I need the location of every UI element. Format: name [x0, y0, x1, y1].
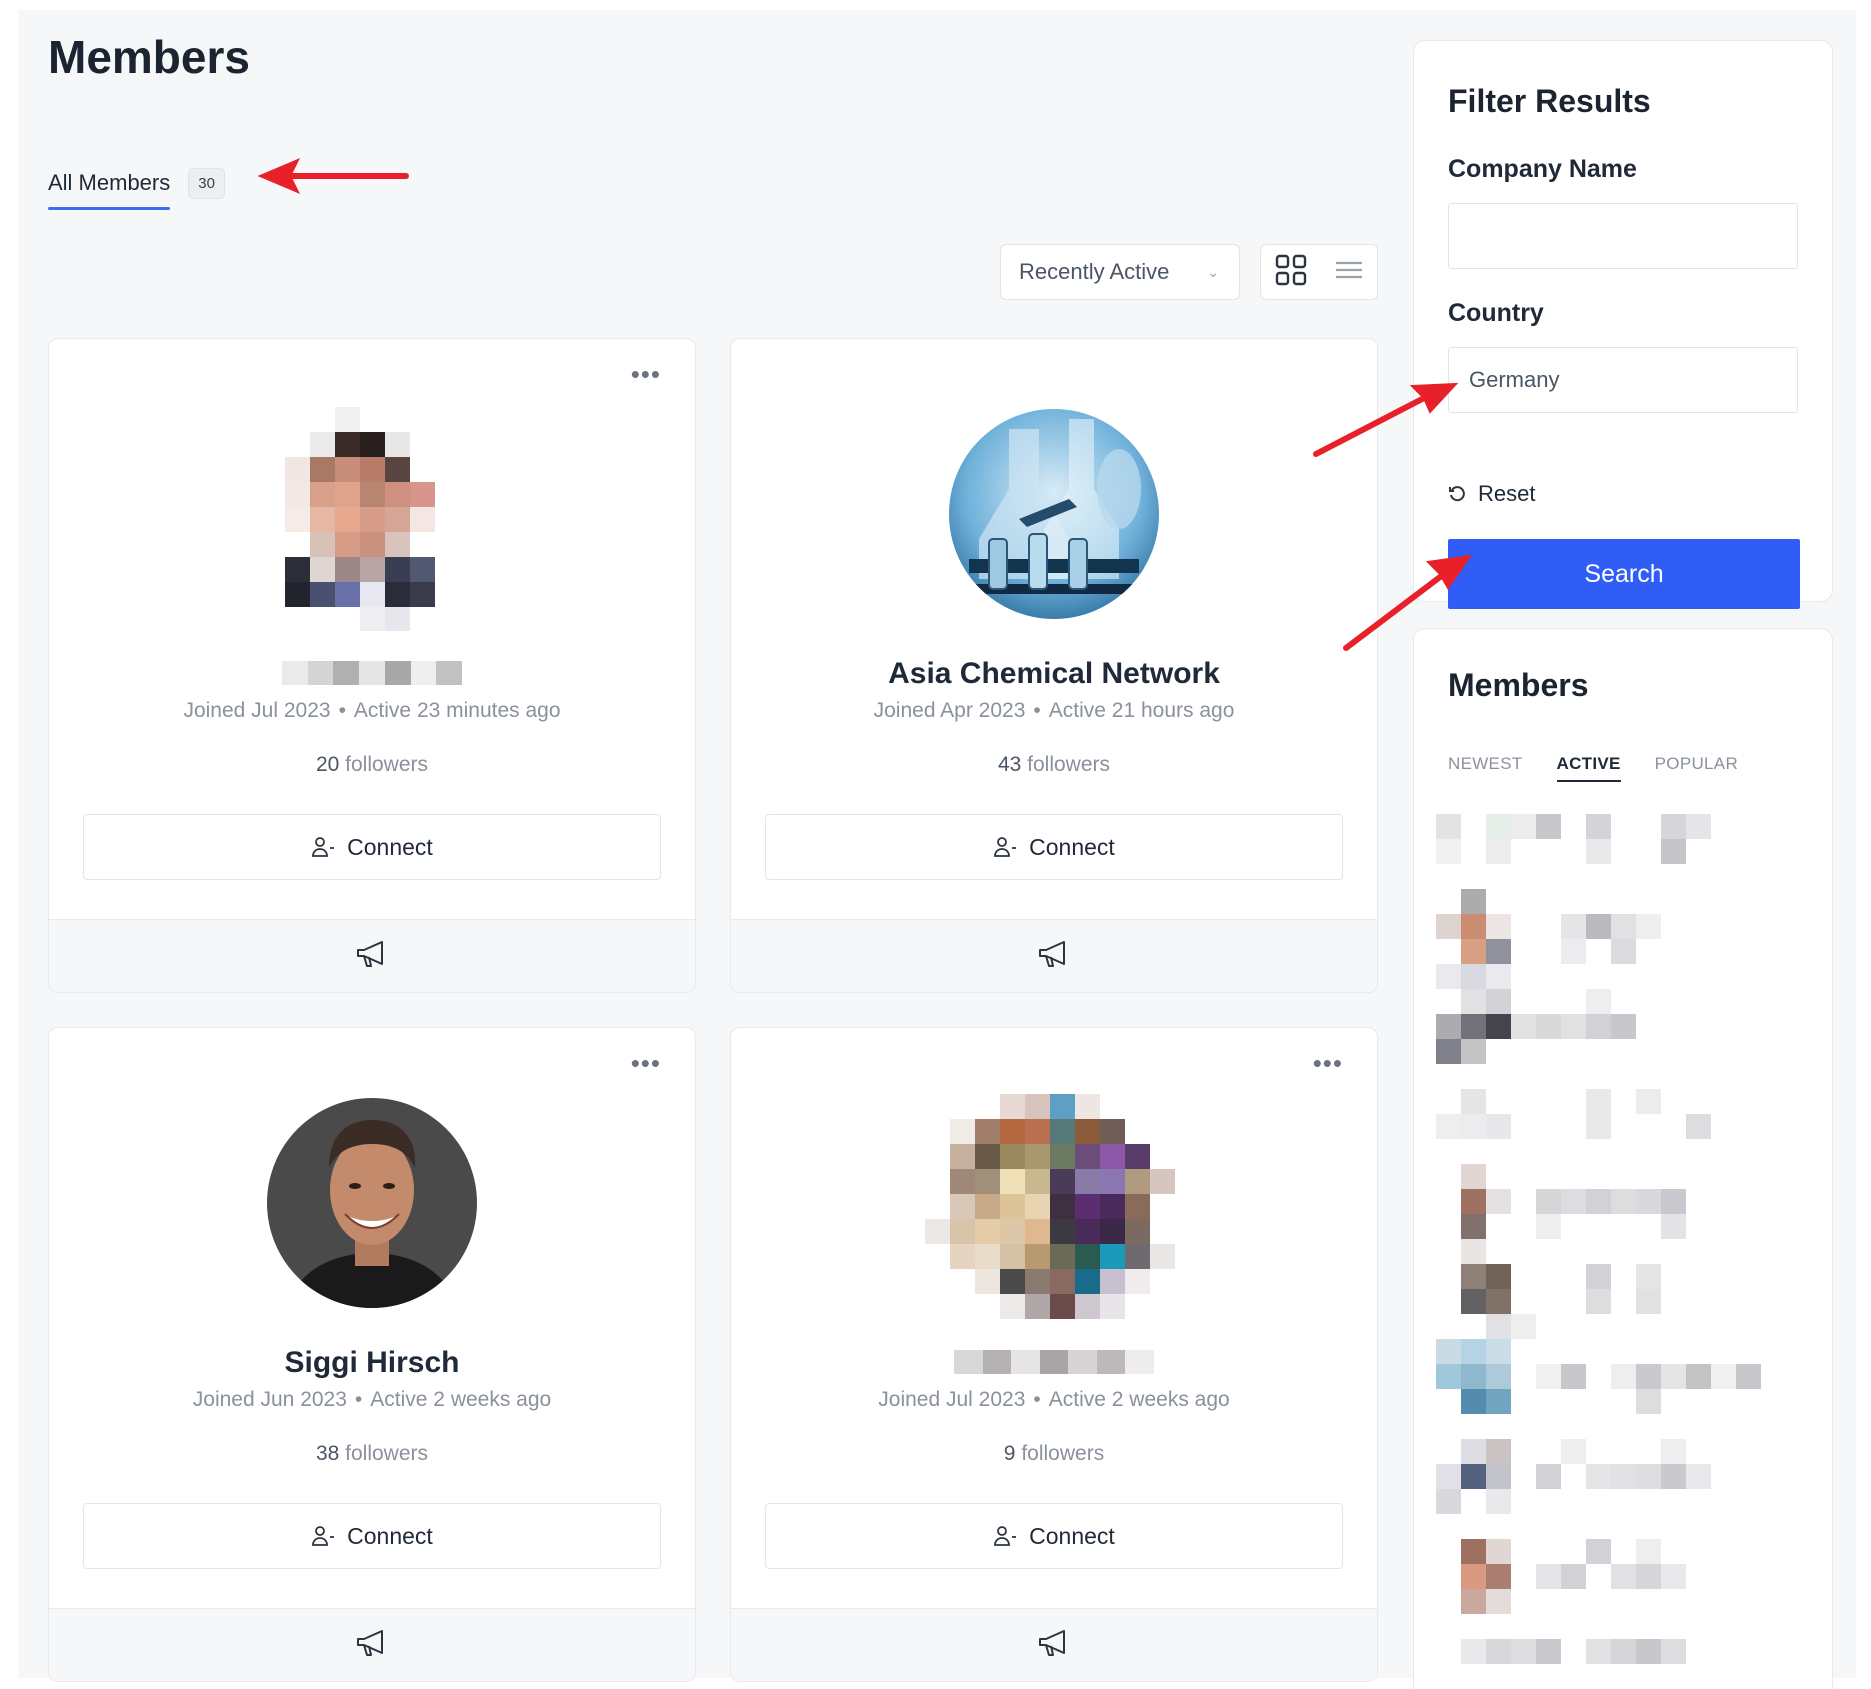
connect-button[interactable]: Connect — [83, 814, 661, 880]
member-meta: Joined Jun 2023 • Active 2 weeks ago — [192, 1388, 552, 1411]
member-card: ••• Siggi Hirsch Joined Jun 2023 • Active … — [48, 1027, 696, 1682]
connect-button[interactable]: Connect — [765, 814, 1343, 880]
tab-all-members[interactable]: All Members 30 — [48, 158, 225, 210]
add-user-icon — [312, 1526, 335, 1546]
connect-label: Connect — [347, 833, 433, 860]
reset-icon — [1449, 486, 1465, 502]
avatar[interactable] — [949, 409, 1159, 619]
more-options-icon[interactable]: ••• — [631, 361, 661, 387]
reset-label: Reset — [1478, 481, 1536, 506]
member-card: ••• Joined Jul 2023 • Active 2 weeks ago 9… — [730, 1027, 1378, 1682]
member-meta: Joined Jul 2023 • Active 2 weeks ago — [878, 1388, 1230, 1411]
member-name-redacted — [954, 1350, 1155, 1374]
reset-link[interactable]: Reset — [1448, 481, 1535, 507]
card-footer — [49, 1608, 695, 1681]
add-user-icon — [994, 1526, 1017, 1546]
add-user-icon — [994, 837, 1017, 857]
card-footer — [49, 919, 695, 992]
grid-view-icon[interactable] — [1274, 253, 1308, 292]
member-name-redacted — [282, 661, 463, 685]
filter-title: Filter Results — [1448, 83, 1651, 119]
view-toggle — [1260, 244, 1378, 300]
members-list-redacted — [1436, 814, 1816, 1679]
member-meta: Joined Jul 2023 • Active 23 minutes ago — [183, 699, 561, 722]
sort-select[interactable]: Recently Active ⌄ — [1000, 244, 1240, 300]
members-widget-title: Members — [1448, 667, 1589, 703]
avatar[interactable] — [925, 1094, 1185, 1324]
list-view-icon[interactable] — [1334, 259, 1364, 286]
card-footer — [731, 1608, 1377, 1681]
followers-count: 38 followers — [315, 1442, 429, 1465]
tab-popular[interactable]: POPULAR — [1655, 754, 1738, 782]
connect-button[interactable]: Connect — [83, 1503, 661, 1569]
followers-count: 20 followers — [315, 753, 429, 776]
tab-newest[interactable]: NEWEST — [1448, 754, 1523, 782]
connect-label: Connect — [1029, 1522, 1115, 1549]
member-card: Asia Chemical Network Joined Apr 2023 • Ac… — [730, 338, 1378, 993]
search-button[interactable]: Search — [1448, 539, 1800, 609]
member-name[interactable]: Asia Chemical Network — [731, 657, 1377, 691]
country-label: Country — [1448, 299, 1544, 327]
connect-label: Connect — [347, 1522, 433, 1549]
member-meta: Joined Apr 2023 • Active 21 hours ago — [873, 699, 1235, 722]
member-name[interactable]: Siggi Hirsch — [49, 1346, 695, 1380]
company-name-input[interactable] — [1448, 203, 1798, 269]
avatar[interactable] — [267, 1098, 477, 1308]
company-name-label: Company Name — [1448, 155, 1637, 183]
add-user-icon — [312, 837, 335, 857]
connect-label: Connect — [1029, 833, 1115, 860]
chevron-down-icon: ⌄ — [1207, 263, 1219, 280]
followers-count: 43 followers — [997, 753, 1111, 776]
member-count-badge: 30 — [188, 167, 225, 199]
followers-count: 9 followers — [1003, 1442, 1105, 1465]
filter-panel: Filter Results Company Name Country Rese… — [1413, 40, 1833, 609]
members-widget: Members NEWEST ACTIVE POPULAR — [1413, 628, 1833, 1689]
megaphone-icon[interactable] — [354, 938, 390, 975]
more-options-icon[interactable]: ••• — [631, 1050, 661, 1076]
avatar[interactable] — [285, 407, 465, 631]
page-title: Members — [48, 31, 250, 83]
members-widget-tabs: NEWEST ACTIVE POPULAR — [1448, 754, 1738, 782]
more-options-icon[interactable]: ••• — [1313, 1050, 1343, 1076]
tab-label: All Members — [48, 170, 171, 210]
country-input[interactable] — [1448, 347, 1798, 413]
member-card: ••• Joined Jul 2023 • Active 23 minutes … — [48, 338, 696, 993]
sort-selected-value: Recently Active — [1019, 259, 1170, 284]
megaphone-icon[interactable] — [1036, 1627, 1072, 1664]
connect-button[interactable]: Connect — [765, 1503, 1343, 1569]
megaphone-icon[interactable] — [354, 1627, 390, 1664]
card-footer — [731, 919, 1377, 992]
megaphone-icon[interactable] — [1036, 938, 1072, 975]
tab-active[interactable]: ACTIVE — [1556, 754, 1621, 782]
